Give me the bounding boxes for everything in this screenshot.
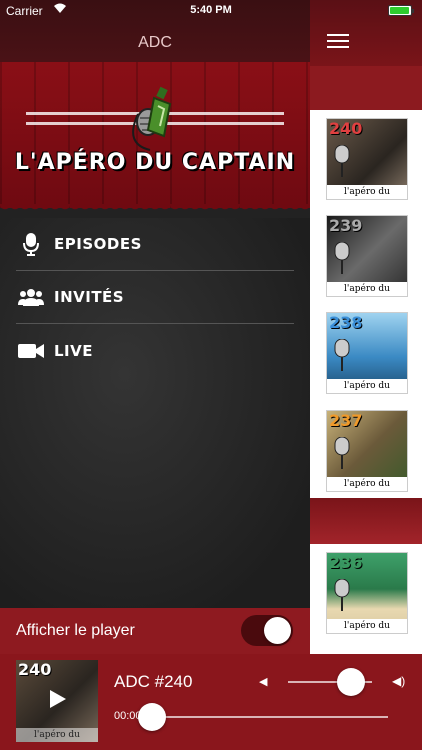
player-artwork[interactable]: 240 l'apéro du captain	[16, 660, 98, 742]
menu-item-label: LIVE	[54, 341, 93, 360]
episode-thumbnail[interactable]: 238 l'apéro du captain	[326, 312, 408, 394]
episode-thumbnail[interactable]: 236 l'apéro du captain	[326, 552, 408, 634]
microphone-icon	[334, 242, 350, 274]
episode-caption: l'apéro du captain	[327, 185, 407, 199]
episode-thumbnail[interactable]: 237 l'apéro du captain	[326, 410, 408, 492]
progress-slider-knob[interactable]	[138, 703, 166, 731]
microphone-bottle-logo-icon	[130, 84, 182, 159]
episode-thumbnail[interactable]: 240 l'apéro du captain	[326, 118, 408, 200]
volume-high-icon: ◀)	[392, 674, 406, 688]
episode-caption: l'apéro du captain	[327, 477, 407, 491]
episode-number: 237	[329, 411, 363, 430]
microphone-icon	[334, 579, 350, 611]
menu-item-live[interactable]: LIVE	[16, 324, 294, 377]
episode-caption: l'apéro du captain	[327, 379, 407, 393]
status-bar: Carrier 5:40 PM	[0, 0, 422, 22]
microphone-icon	[334, 437, 350, 469]
episode-number: 238	[329, 313, 363, 332]
audio-player: 240 l'apéro du captain ADC #240 ◀ ◀) 00:…	[0, 654, 422, 750]
episode-caption: l'apéro du captain	[327, 619, 407, 633]
volume-slider-knob[interactable]	[337, 668, 365, 696]
banner-fringe	[0, 204, 310, 214]
menu-item-episodes[interactable]: EPISODES	[16, 218, 294, 271]
episode-number: 240	[18, 660, 52, 679]
switch-knob	[264, 617, 291, 644]
microphone-icon	[334, 145, 350, 177]
microphone-icon	[334, 339, 350, 371]
section-header	[310, 66, 422, 110]
microphone-icon	[16, 232, 46, 256]
volume-low-icon: ◀	[259, 676, 268, 688]
menu-item-label: INVITÉS	[54, 288, 125, 306]
player-episode-title: ADC #240	[114, 672, 193, 691]
episode-number: 240	[329, 119, 363, 138]
episode-caption: l'apéro du captain	[16, 728, 98, 742]
episodes-panel: 240 l'apéro du captain 239 l'apéro du ca…	[310, 0, 422, 750]
player-toggle-label: Afficher le player	[16, 622, 135, 639]
episode-number: 239	[329, 216, 363, 235]
play-icon[interactable]	[46, 688, 68, 710]
section-divider	[310, 498, 422, 544]
video-camera-icon	[16, 339, 46, 363]
podcast-banner: L'APÉRO DU CAPTAIN	[0, 62, 310, 214]
side-drawer: ADC L'APÉRO DU CAPTAIN EPISODES INVITÉS …	[0, 0, 310, 608]
progress-slider-track[interactable]	[152, 716, 388, 718]
podcast-logo-text: L'APÉRO DU CAPTAIN	[14, 150, 296, 175]
menu-item-label: EPISODES	[54, 235, 142, 253]
menu-item-invites[interactable]: INVITÉS	[16, 271, 294, 324]
hamburger-menu-icon[interactable]	[327, 34, 349, 48]
battery-icon	[388, 5, 414, 16]
player-toggle-switch[interactable]	[241, 615, 293, 646]
episode-thumbnail[interactable]: 239 l'apéro du captain	[326, 215, 408, 297]
clock: 5:40 PM	[190, 4, 232, 16]
episode-caption: l'apéro du captain	[327, 282, 407, 296]
player-toggle-row: Afficher le player	[0, 608, 310, 654]
episode-number: 236	[329, 553, 363, 572]
drawer-menu: EPISODES INVITÉS LIVE	[0, 218, 310, 608]
drawer-title: ADC	[138, 34, 172, 51]
group-icon	[16, 285, 46, 309]
